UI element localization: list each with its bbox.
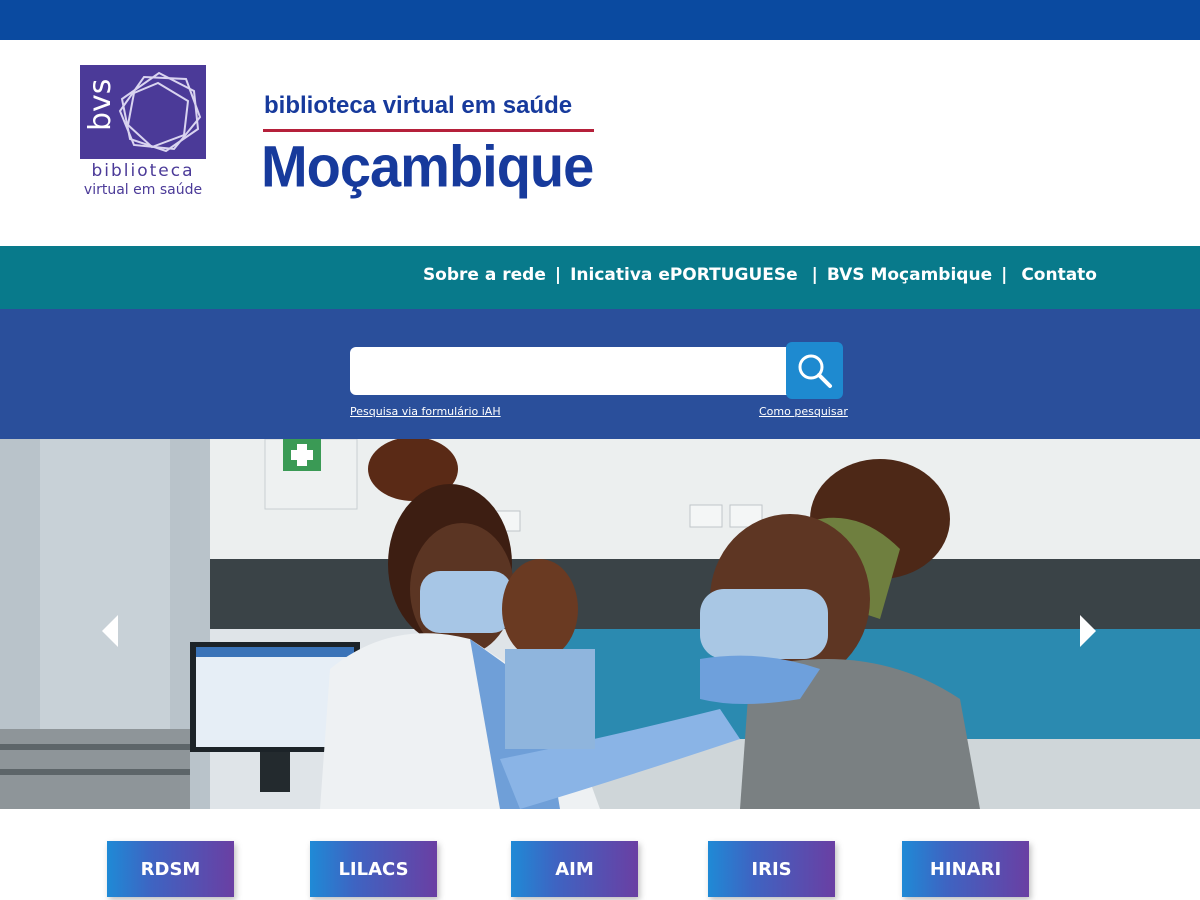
carousel-prev-button[interactable] (100, 613, 120, 653)
nav-separator: | (1001, 265, 1008, 285)
nav-link-bvs-mocambique[interactable]: BVS Moçambique (827, 265, 992, 285)
logo-text-biblioteca: biblioteca (91, 161, 195, 181)
main-nav: Sobre a rede | Inicativa ePORTUGUESe | B… (423, 265, 1097, 285)
top-bar (0, 0, 1200, 40)
svg-text:bvs: bvs (83, 79, 116, 131)
site-title: Moçambique (261, 133, 594, 200)
nav-link-iniciativa[interactable]: Inicativa ePORTUGUESe (570, 265, 798, 285)
chevron-left-icon (102, 615, 118, 647)
logo-bvs-text: bvs (83, 79, 116, 131)
logo-text-virtual: virtual em saúde (83, 182, 203, 198)
nav-link-contato[interactable]: Contato (1021, 265, 1097, 285)
resource-cards: RDSM LILACS AIM IRIS HINARI (0, 809, 1200, 900)
card-iris[interactable]: IRIS (708, 841, 835, 897)
header: bvs biblioteca virtual em saúde bibliote… (0, 40, 1200, 246)
hero-image (0, 439, 1200, 809)
logo-mark-icon (118, 71, 202, 153)
nav-link-sobre[interactable]: Sobre a rede (423, 265, 546, 285)
search-section: Pesquisa via formulário iAH Como pesquis… (0, 309, 1200, 439)
chevron-right-icon (1080, 615, 1096, 647)
search-button[interactable] (786, 342, 843, 399)
bvs-logo[interactable]: bvs (80, 65, 206, 159)
hero-carousel (0, 439, 1200, 809)
iah-search-link[interactable]: Pesquisa via formulário iAH (350, 405, 501, 418)
card-rdsm[interactable]: RDSM (107, 841, 234, 897)
card-hinari[interactable]: HINARI (902, 841, 1029, 897)
search-icon (798, 354, 832, 388)
nav-bar: Sobre a rede | Inicativa ePORTUGUESe | B… (0, 246, 1200, 309)
carousel-next-button[interactable] (1078, 613, 1098, 653)
card-aim[interactable]: AIM (511, 841, 638, 897)
search-input[interactable] (350, 347, 790, 395)
how-to-search-link[interactable]: Como pesquisar (759, 405, 848, 418)
site-subtitle: biblioteca virtual em saúde (264, 92, 573, 119)
nav-separator: | (554, 265, 562, 285)
card-lilacs[interactable]: LILACS (310, 841, 437, 897)
nav-separator: | (811, 265, 818, 285)
